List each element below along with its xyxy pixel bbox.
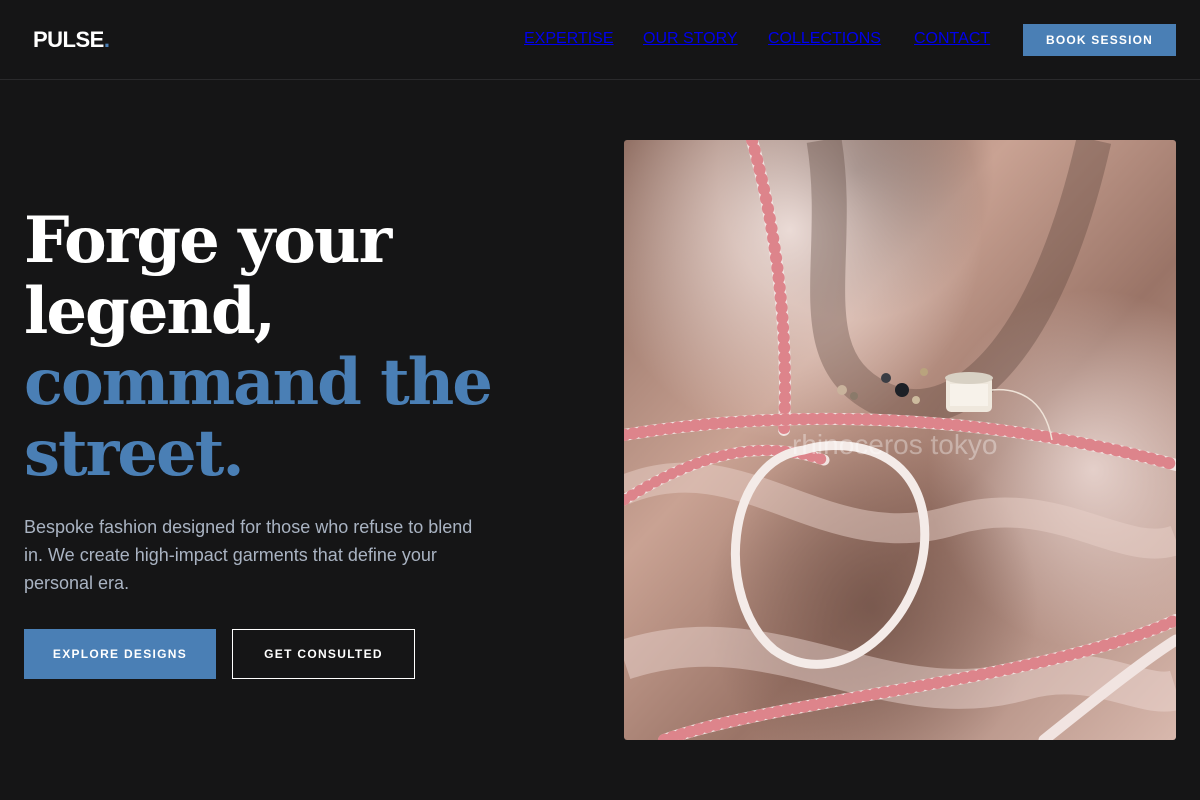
nav-link-collections[interactable]: COLLECTIONS [768,30,881,48]
nav-link-expertise[interactable]: EXPERTISE [524,30,614,48]
brand-logo-dot: . [103,27,110,52]
nav-link-contact[interactable]: CONTACT [914,30,990,48]
hero-headline: Forge your legend, command the street. [24,205,584,489]
image-watermark: rhinoceros tokyo [792,429,997,460]
top-navigation-bar: PULSE. EXPERTISE OUR STORY COLLECTIONS C… [0,0,1200,80]
get-consulted-button[interactable]: GET CONSULTED [232,629,415,679]
brand-name: PULSE [33,27,104,52]
book-session-button[interactable]: BOOK SESSION [1023,24,1176,56]
headline-accent-line-1: command the [24,345,493,420]
fabric-measuring-tape-illustration: rhinoceros tokyo [624,140,1176,740]
headline-line-1: Forge your [24,203,392,278]
nav-link-our-story[interactable]: OUR STORY [643,30,738,48]
headline-accent-line-2: street. [24,416,245,491]
headline-line-2: legend, [24,274,276,349]
hero-image: rhinoceros tokyo [624,140,1176,740]
brand-logo[interactable]: PULSE. [33,27,110,53]
explore-designs-button[interactable]: EXPLORE DESIGNS [24,629,216,679]
hero-subtitle: Bespoke fashion designed for those who r… [24,517,473,593]
